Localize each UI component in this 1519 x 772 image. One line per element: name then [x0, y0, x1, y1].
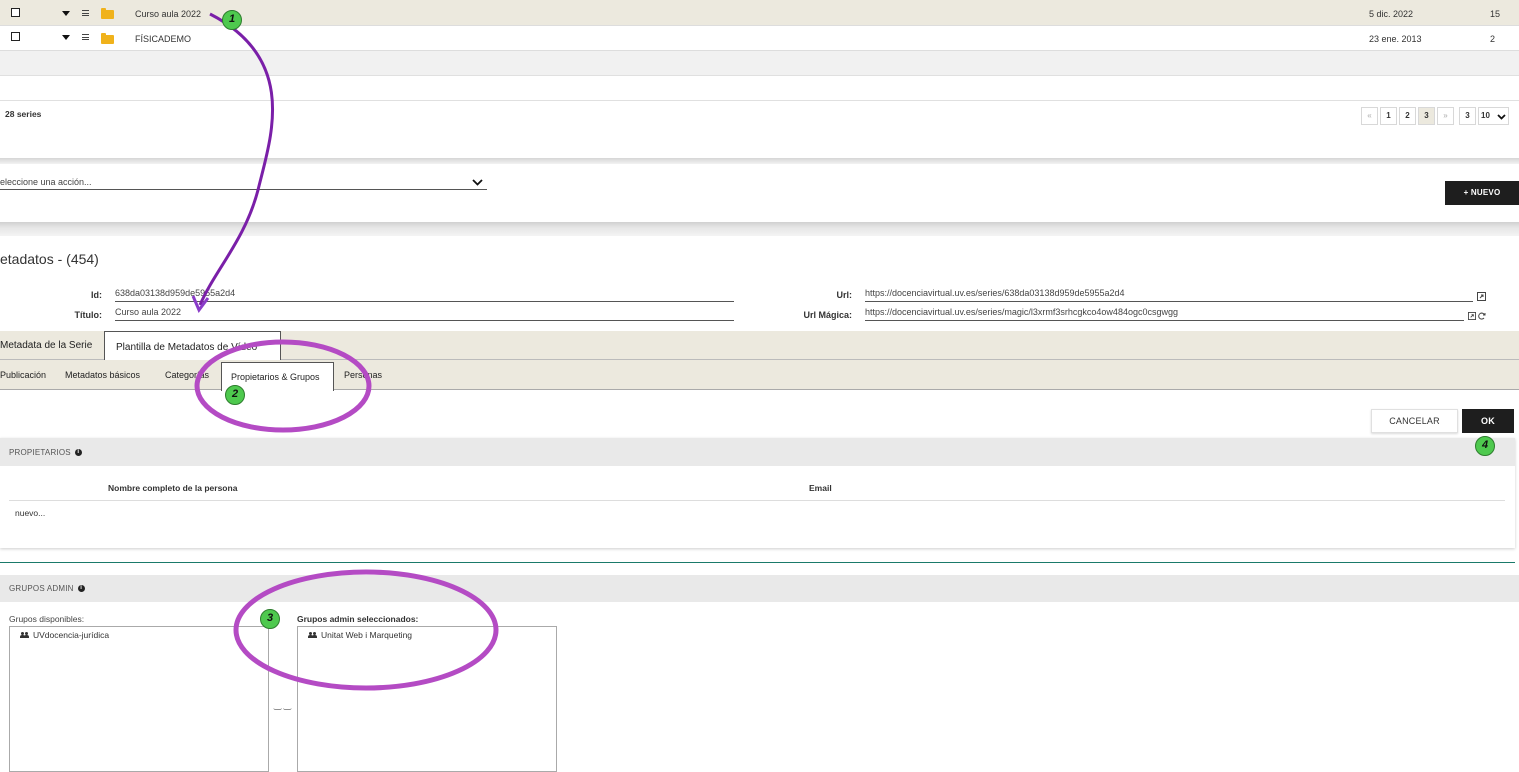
col-email-header: Email: [809, 483, 832, 493]
step-marker-3: 3: [260, 609, 280, 629]
series-title[interactable]: Curso aula 2022: [135, 9, 201, 19]
selected-groups-label: Grupos admin seleccionados:: [297, 614, 419, 624]
pagination-page-3[interactable]: 3: [1418, 107, 1435, 125]
series-date: 5 dic. 2022: [1369, 9, 1414, 19]
selected-groups-list[interactable]: Unitat Web i Marqueting: [297, 626, 557, 772]
owners-panel: PROPIETARIOS i Nombre completo de la pers…: [0, 438, 1515, 548]
magic-url-field[interactable]: https://docenciavirtual.uv.es/series/mag…: [865, 307, 1464, 321]
group-icon: [308, 632, 318, 638]
title-field[interactable]: Curso aula 2022: [115, 307, 734, 321]
group-name: Unitat Web i Marqueting: [321, 630, 413, 640]
group-name: UVdocencia-jurídica: [33, 630, 110, 640]
groups-title: GRUPOS ADMIN: [9, 584, 74, 593]
menu-icon[interactable]: [82, 34, 89, 42]
url-label: Url:: [836, 290, 853, 300]
magic-url-label: Url Mágica:: [803, 310, 852, 320]
info-icon[interactable]: i: [77, 585, 85, 593]
owners-title: PROPIETARIOS: [9, 448, 71, 457]
owners-header: PROPIETARIOS i: [0, 438, 1515, 466]
move-buttons[interactable]: ‿ ‿: [274, 700, 291, 711]
pagination-total[interactable]: 3: [1459, 107, 1476, 125]
id-label: Id:: [91, 290, 102, 300]
list-item[interactable]: UVdocencia-jurídica: [20, 630, 110, 640]
series-count-label: 28 series: [5, 109, 42, 119]
open-link-icon[interactable]: [1477, 292, 1486, 301]
tab-people[interactable]: Personas: [344, 370, 382, 380]
groups-header: GRUPOS ADMIN i: [0, 575, 1519, 602]
pagination-first[interactable]: «: [1361, 107, 1378, 125]
series-title[interactable]: FÍSICADEMO: [135, 34, 191, 44]
chevron-down-icon: [1497, 114, 1506, 120]
url-field[interactable]: https://docenciavirtual.uv.es/series/638…: [865, 288, 1473, 302]
action-select-value: eleccione una acción...: [0, 177, 92, 187]
series-date: 23 ene. 2013: [1369, 34, 1422, 44]
pagination-page-1[interactable]: 1: [1380, 107, 1397, 125]
folder-icon: [101, 33, 114, 44]
menu-icon[interactable]: [82, 10, 89, 18]
refresh-icon[interactable]: [1478, 312, 1486, 320]
step-marker-2: 2: [225, 385, 245, 405]
series-count: 2: [1490, 34, 1496, 44]
groups-panel: GRUPOS ADMIN i Grupos disponibles: UVdoce…: [0, 575, 1519, 772]
page-title: etadatos - (454): [0, 251, 99, 267]
magic-url-value: https://docenciavirtual.uv.es/series/mag…: [865, 307, 1178, 317]
divider: [9, 500, 1505, 501]
folder-icon: [101, 8, 114, 19]
empty-row: [0, 76, 1519, 101]
tab-categories[interactable]: Categorías: [165, 370, 209, 380]
sub-tab-bar: Publicación Metadatos básicos Categorías…: [0, 360, 1519, 391]
title-label: Título:: [74, 310, 103, 320]
chevron-down-icon: [472, 179, 483, 186]
tab-publication[interactable]: Publicación: [0, 370, 46, 380]
section-divider: [0, 222, 1519, 236]
tab-basic-metadata[interactable]: Metadatos básicos: [65, 370, 140, 380]
main-tab-bar: Metadata de la Serie Plantilla de Metada…: [0, 331, 1519, 361]
section-divider: [0, 158, 1519, 164]
table-row[interactable]: FÍSICADEMO 23 ene. 2013 2: [0, 26, 1519, 51]
info-icon[interactable]: i: [74, 449, 82, 457]
caret-down-icon[interactable]: [62, 11, 70, 16]
available-groups-list[interactable]: UVdocencia-jurídica: [9, 626, 269, 772]
tab-video-template[interactable]: Plantilla de Metadatos de Vídeo: [104, 331, 281, 361]
divider: [0, 562, 1515, 563]
row-checkbox[interactable]: [11, 8, 20, 17]
open-link-icon[interactable]: [1468, 312, 1476, 320]
tab-series-metadata[interactable]: Metadata de la Serie: [0, 340, 92, 351]
ok-button[interactable]: OK: [1462, 409, 1514, 433]
list-item[interactable]: Unitat Web i Marqueting: [308, 630, 413, 640]
pagination-page-2[interactable]: 2: [1399, 107, 1416, 125]
group-icon: [20, 632, 30, 638]
available-groups-label: Grupos disponibles:: [9, 614, 85, 624]
page-size-value: 10: [1481, 111, 1490, 120]
page-size-select[interactable]: 10: [1478, 107, 1509, 125]
id-field[interactable]: 638da03138d959de5955a2d4: [115, 288, 734, 302]
tab-owners-groups-label: Propietarios & Grupos: [231, 372, 320, 382]
url-value: https://docenciavirtual.uv.es/series/638…: [865, 288, 1125, 298]
title-value: Curso aula 2022: [115, 307, 182, 317]
step-marker-4: 4: [1475, 436, 1495, 456]
pagination-next[interactable]: »: [1437, 107, 1454, 125]
row-checkbox[interactable]: [11, 32, 20, 41]
tab-video-template-label: Plantilla de Metadatos de Vídeo: [116, 342, 258, 353]
caret-down-icon[interactable]: [62, 35, 70, 40]
cancel-button[interactable]: CANCELAR: [1371, 409, 1458, 433]
new-button[interactable]: + NUEVO: [1445, 181, 1519, 205]
new-owner-input[interactable]: nuevo...: [15, 508, 45, 518]
step-marker-1: 1: [222, 10, 242, 30]
series-count: 15: [1490, 9, 1501, 19]
action-select[interactable]: eleccione una acción...: [0, 176, 487, 190]
col-name-header: Nombre completo de la persona: [108, 483, 238, 493]
empty-row: [0, 51, 1519, 76]
id-value: 638da03138d959de5955a2d4: [115, 288, 236, 298]
